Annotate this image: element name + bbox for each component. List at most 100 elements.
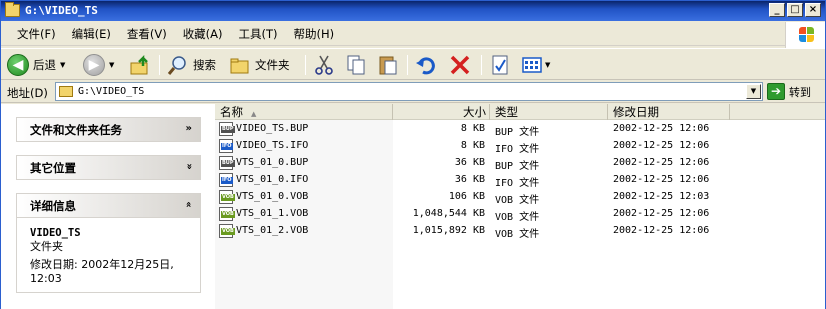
file-name: VTS_01_2.VOB xyxy=(236,225,309,236)
delete-button[interactable] xyxy=(449,52,471,78)
menu-favorites[interactable]: 收藏(A) xyxy=(175,24,231,44)
folder-icon xyxy=(59,86,73,97)
other-places-header[interactable]: 其它位置 » xyxy=(16,155,201,180)
menu-view[interactable]: 查看(V) xyxy=(119,24,175,44)
address-dropdown-icon[interactable]: ▼ xyxy=(746,84,761,99)
views-icon xyxy=(522,57,542,73)
sort-ascending-icon: ▲ xyxy=(251,110,257,118)
file-name: VIDEO_TS.BUP xyxy=(236,123,309,134)
file-type: BUP 文件 xyxy=(495,127,540,138)
address-value: G:\VIDEO_TS xyxy=(78,86,145,97)
windows-flag-icon xyxy=(799,27,815,43)
file-modified: 2002-12-25 12:06 xyxy=(613,225,710,236)
column-size[interactable]: 大小 xyxy=(393,104,490,120)
file-modified: 2002-12-25 12:06 xyxy=(613,157,710,168)
file-row[interactable]: VOB VTS_01_0.VOB 106 KB VOB 文件 2002-12-2… xyxy=(215,189,825,206)
file-name: VTS_01_0.IFO xyxy=(236,174,309,185)
ifo-file-icon: IFO xyxy=(219,173,233,187)
menu-file[interactable]: 文件(F) xyxy=(9,24,64,44)
file-row[interactable]: BUP VIDEO_TS.BUP 8 KB BUP 文件 2002-12-25 … xyxy=(215,121,825,138)
explorer-window: G:\VIDEO_TS _ □ × 文件(F) 编辑(E) 查看(V) 收藏(A… xyxy=(0,0,826,309)
file-name: VTS_01_0.BUP xyxy=(236,157,309,168)
file-modified: 2002-12-25 12:06 xyxy=(613,208,710,219)
back-button[interactable]: ◀ 后退 ▼ xyxy=(7,52,65,78)
file-type: VOB 文件 xyxy=(495,229,540,240)
scissors-icon xyxy=(315,55,333,75)
title-bar[interactable]: G:\VIDEO_TS _ □ × xyxy=(1,1,825,21)
back-dropdown-icon[interactable]: ▼ xyxy=(60,61,65,69)
task-pane: 文件和文件夹任务 » 其它位置 » 详细信息 » VIDEO_TS 文件夹 修改… xyxy=(1,104,215,309)
copy-icon xyxy=(347,55,365,75)
windows-logo xyxy=(785,22,825,48)
file-row[interactable]: VOB VTS_01_2.VOB 1,015,892 KB VOB 文件 200… xyxy=(215,223,825,240)
go-arrow-icon: ➔ xyxy=(767,83,785,100)
folder-icon xyxy=(5,2,20,17)
column-modified[interactable]: 修改日期 xyxy=(608,104,730,120)
address-input[interactable]: G:\VIDEO_TS ▼ xyxy=(55,82,763,101)
file-row[interactable]: BUP VTS_01_0.BUP 36 KB BUP 文件 2002-12-25… xyxy=(215,155,825,172)
undo-button[interactable] xyxy=(415,52,437,78)
file-tasks-title: 文件和文件夹任务 xyxy=(30,122,122,137)
close-button[interactable]: × xyxy=(805,3,821,17)
address-label: 地址(D) xyxy=(7,86,48,100)
details-body: VIDEO_TS 文件夹 修改日期: 2002年12月25日, 12:03 xyxy=(16,218,201,293)
menu-help[interactable]: 帮助(H) xyxy=(286,24,343,44)
search-button[interactable]: 搜索 xyxy=(167,52,216,78)
go-label: 转到 xyxy=(789,85,811,99)
undo-icon xyxy=(416,57,435,75)
details-header[interactable]: 详细信息 » xyxy=(16,193,201,218)
cut-button[interactable] xyxy=(313,52,335,78)
details-modified-time: 12:03 xyxy=(30,272,62,285)
file-name: VTS_01_1.VOB xyxy=(236,208,309,219)
vob-file-icon: VOB xyxy=(219,190,235,204)
chevron-down-icon[interactable]: » xyxy=(183,163,194,169)
file-list: 名称 ▲ 大小 类型 修改日期 BUP VIDEO_TS.BUP 8 KB BUP… xyxy=(215,104,825,309)
file-modified: 2002-12-25 12:06 xyxy=(613,123,710,134)
details-name: VIDEO_TS xyxy=(30,227,81,239)
file-row[interactable]: IFO VTS_01_0.IFO 36 KB IFO 文件 2002-12-25… xyxy=(215,172,825,189)
copy-button[interactable] xyxy=(345,52,367,78)
search-icon xyxy=(167,56,186,75)
menu-edit[interactable]: 编辑(E) xyxy=(64,24,119,44)
paste-button[interactable] xyxy=(377,52,399,78)
file-tasks-header[interactable]: 文件和文件夹任务 » xyxy=(16,117,201,142)
column-type[interactable]: 类型 xyxy=(490,104,608,120)
details-modified: 修改日期: 2002年12月25日, xyxy=(30,258,174,271)
forward-arrow-icon: ▶ xyxy=(83,54,105,76)
folders-button[interactable]: 文件夹 xyxy=(229,52,290,78)
file-name: VTS_01_0.VOB xyxy=(236,191,309,202)
chevron-down-icon[interactable]: » xyxy=(186,123,192,134)
window-controls: _ □ × xyxy=(769,3,821,17)
toolbar-separator xyxy=(159,55,160,75)
forward-dropdown-icon[interactable]: ▼ xyxy=(109,61,114,69)
file-type: IFO 文件 xyxy=(495,178,540,189)
properties-button[interactable] xyxy=(489,52,511,78)
details-panel: 详细信息 » VIDEO_TS 文件夹 修改日期: 2002年12月25日, 1… xyxy=(16,193,201,293)
vob-file-icon: VOB xyxy=(219,224,235,238)
toolbar-separator xyxy=(305,55,306,75)
forward-button[interactable]: ▶ ▼ xyxy=(83,52,114,78)
file-modified: 2002-12-25 12:06 xyxy=(613,174,710,185)
file-size: 36 KB xyxy=(454,174,485,185)
toolbar-separator xyxy=(407,55,408,75)
up-folder-button[interactable] xyxy=(129,52,151,78)
file-row[interactable]: IFO VIDEO_TS.IFO 8 KB IFO 文件 2002-12-25 … xyxy=(215,138,825,155)
file-type: IFO 文件 xyxy=(495,144,540,155)
go-button[interactable]: ➔ 转到 xyxy=(767,82,811,101)
minimize-button[interactable]: _ xyxy=(769,3,785,17)
column-name[interactable]: 名称 ▲ xyxy=(215,104,393,120)
menu-tools[interactable]: 工具(T) xyxy=(231,24,286,44)
window-title: G:\VIDEO_TS xyxy=(25,4,98,17)
up-folder-icon xyxy=(130,54,148,75)
file-tasks-panel: 文件和文件夹任务 » xyxy=(16,117,201,142)
file-type: BUP 文件 xyxy=(495,161,540,172)
file-row[interactable]: VOB VTS_01_1.VOB 1,048,544 KB VOB 文件 200… xyxy=(215,206,825,223)
views-button[interactable]: ▼ xyxy=(521,52,550,78)
toolbar: ◀ 后退 ▼ ▶ ▼ 搜索 文件夹 ▼ xyxy=(1,48,825,80)
menu-bar: 文件(F) 编辑(E) 查看(V) 收藏(A) 工具(T) 帮助(H) xyxy=(1,22,786,46)
maximize-button[interactable]: □ xyxy=(787,3,803,17)
chevron-up-icon[interactable]: » xyxy=(183,201,194,207)
views-dropdown-icon[interactable]: ▼ xyxy=(545,61,550,69)
bup-file-icon: BUP xyxy=(219,122,235,136)
properties-icon xyxy=(492,55,508,75)
